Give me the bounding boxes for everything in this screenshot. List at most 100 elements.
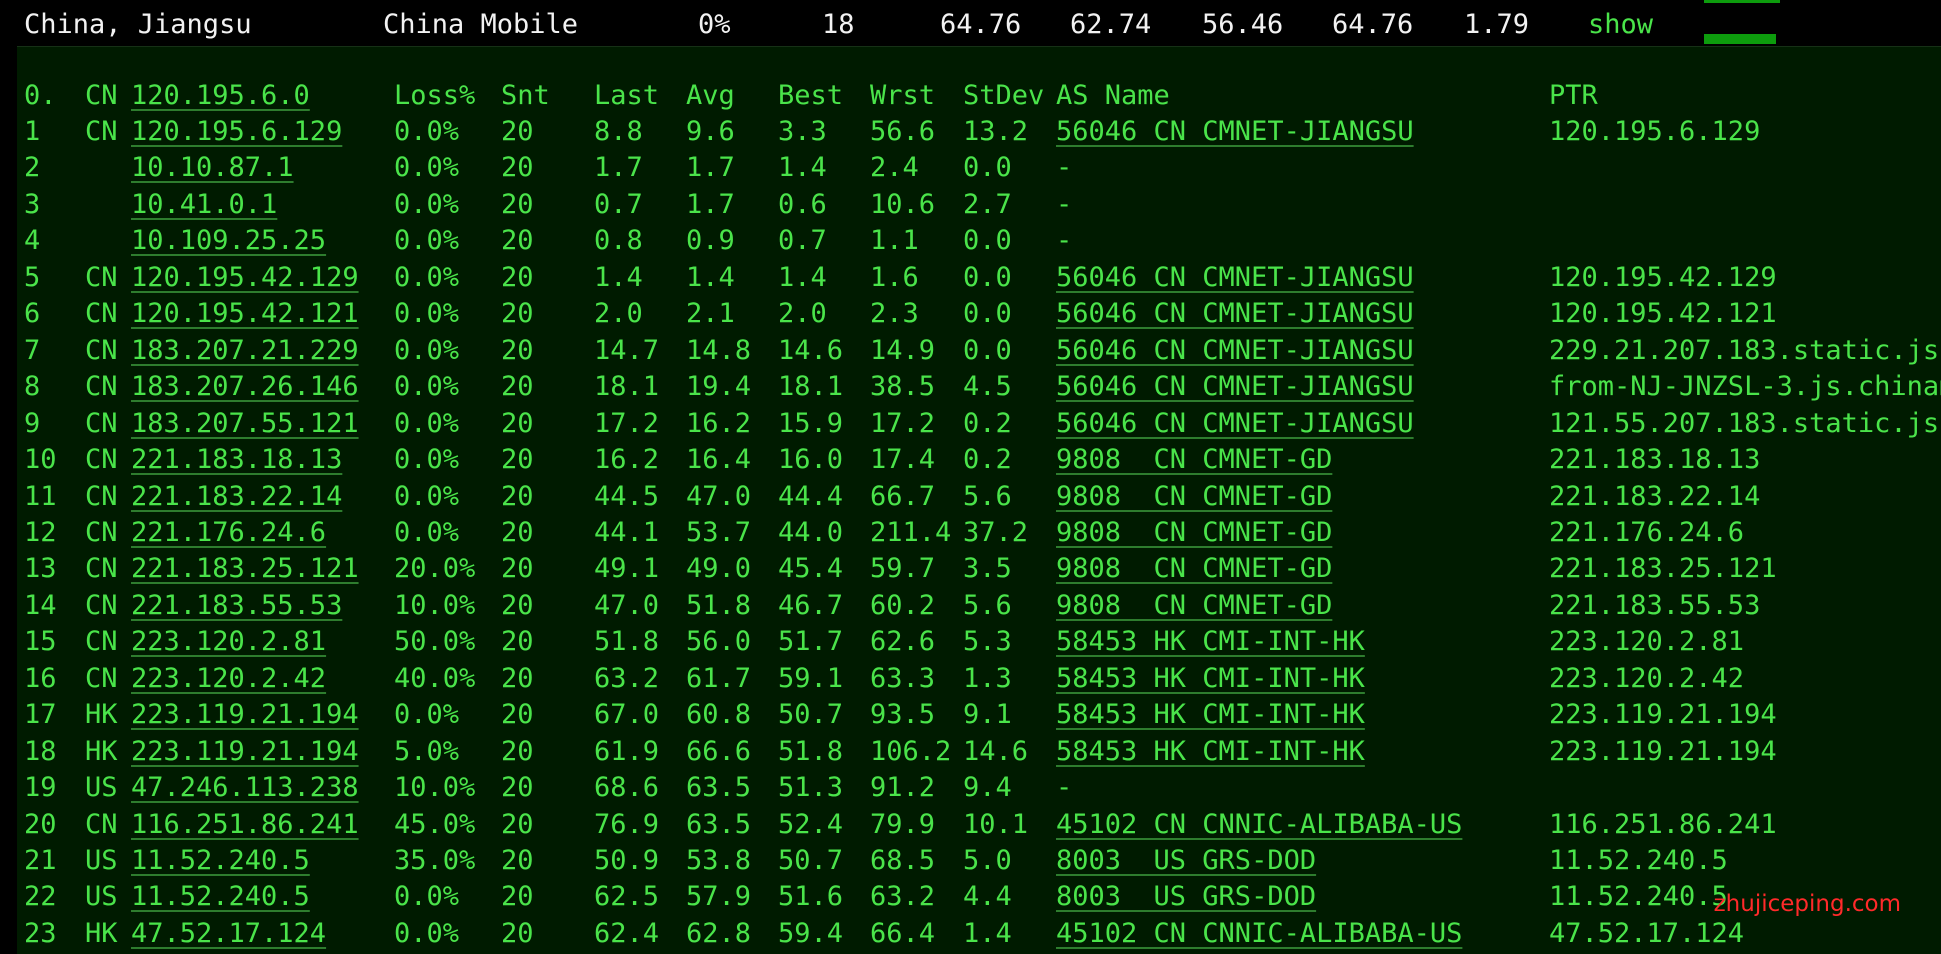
- hop-ip-link[interactable]: 183.207.55.121: [131, 406, 359, 442]
- country-code: CN: [85, 663, 118, 694]
- hop-ip-link[interactable]: 120.195.42.129: [131, 260, 359, 296]
- show-link[interactable]: show: [1588, 8, 1653, 42]
- hop-ip-link[interactable]: 11.52.240.5: [131, 843, 310, 879]
- avg-value: 56.0: [686, 626, 752, 657]
- loss-value: 0.0%: [394, 298, 460, 329]
- hop-number: 18: [24, 736, 57, 767]
- country-code: CN: [85, 809, 118, 840]
- stdev-value: 0.0: [963, 335, 1012, 366]
- loss-value: 0.0%: [394, 699, 460, 730]
- loss-value: 0.0%: [394, 371, 460, 402]
- header-ptr: PTR: [1549, 80, 1598, 111]
- wrst-value: 63.2: [870, 881, 936, 912]
- hop-ip-link[interactable]: 10.109.25.25: [131, 223, 326, 259]
- asname-link[interactable]: 56046 CN CMNET-JIANGSU: [1056, 260, 1414, 296]
- asname-link: -: [1056, 152, 1073, 183]
- table-row: 14 CN 221.183.55.53 10.0% 20 47.0 51.8 46.7 60.2…: [17, 588, 1941, 624]
- snt-value: 20: [501, 189, 534, 220]
- asname-link[interactable]: 58453 HK CMI-INT-HK: [1056, 734, 1365, 770]
- wrst-value: 14.9: [870, 335, 936, 366]
- hop-ip-link[interactable]: 223.120.2.81: [131, 624, 326, 660]
- asname-link[interactable]: 56046 CN CMNET-JIANGSU: [1056, 333, 1414, 369]
- last-value: 44.1: [594, 517, 660, 548]
- hop-ip-link[interactable]: 221.183.25.121: [131, 551, 359, 587]
- asname-link[interactable]: 58453 HK CMI-INT-HK: [1056, 697, 1365, 733]
- country-code: CN: [85, 626, 118, 657]
- loss-value: 0.0%: [394, 116, 460, 147]
- stdev-value: 13.2: [963, 116, 1029, 147]
- asname-link[interactable]: 9808 CN CMNET-GD: [1056, 588, 1332, 624]
- asname-link[interactable]: 45102 CN CNNIC-ALIBABA-US: [1056, 807, 1462, 843]
- stdev-value: 0.0: [963, 152, 1012, 183]
- loss-value: 0.0%: [394, 225, 460, 256]
- hop-ip-link[interactable]: 47.246.113.238: [131, 770, 359, 806]
- country-code: HK: [85, 918, 118, 949]
- table-header-row: 0. CN 120.195.6.0 Loss% Snt Last Avg Bes…: [17, 78, 1941, 114]
- country-code: CN: [85, 444, 118, 475]
- hop-ip-link[interactable]: 221.176.24.6: [131, 515, 326, 551]
- avg-value: 53.8: [686, 845, 752, 876]
- asname-link[interactable]: 56046 CN CMNET-JIANGSU: [1056, 369, 1414, 405]
- hop-ip-link[interactable]: 11.52.240.5: [131, 879, 310, 915]
- wrst-value: 66.4: [870, 918, 936, 949]
- snt-value: 20: [501, 553, 534, 584]
- avg-value: 47.0: [686, 481, 752, 512]
- table-row: 12 CN 221.176.24.6 0.0% 20 44.1 53.7 44.0 211.4 3…: [17, 515, 1941, 551]
- wrst-value: 60.2: [870, 590, 936, 621]
- hop-ip-link[interactable]: 116.251.86.241: [131, 807, 359, 843]
- table-row: 17 HK 223.119.21.194 0.0% 20 67.0 60.8 50.7 93.5…: [17, 697, 1941, 733]
- hop-ip-link[interactable]: 183.207.26.146: [131, 369, 359, 405]
- hop-ip-link[interactable]: 223.119.21.194: [131, 697, 359, 733]
- asname-link[interactable]: 9808 CN CMNET-GD: [1056, 442, 1332, 478]
- stdev-value: 0.0: [963, 298, 1012, 329]
- avg-value: 2.1: [686, 298, 735, 329]
- asname-link[interactable]: 56046 CN CMNET-JIANGSU: [1056, 296, 1414, 332]
- asname-link[interactable]: 58453 HK CMI-INT-HK: [1056, 624, 1365, 660]
- hop-number: 19: [24, 772, 57, 803]
- asname-link[interactable]: 45102 CN CNNIC-ALIBABA-US: [1056, 916, 1462, 952]
- hop-ip-link[interactable]: 223.120.2.42: [131, 661, 326, 697]
- last-value: 76.9: [594, 809, 660, 840]
- hop-ip-link[interactable]: 10.10.87.1: [131, 150, 294, 186]
- watermark: zhujiceping.com: [1713, 891, 1901, 917]
- hop-ip-link[interactable]: 10.41.0.1: [131, 187, 277, 223]
- hop-ip-link[interactable]: 120.195.6.129: [131, 114, 342, 150]
- wrst-value: 10.6: [870, 189, 936, 220]
- asname-link[interactable]: 9808 CN CMNET-GD: [1056, 479, 1332, 515]
- hop-ip-link[interactable]: 183.207.21.229: [131, 333, 359, 369]
- last-value: 18.1: [594, 371, 660, 402]
- avg-value: 63.5: [686, 772, 752, 803]
- snt-value: 20: [501, 845, 534, 876]
- hop-number: 2: [24, 152, 41, 183]
- stdev-value: 4.4: [963, 881, 1012, 912]
- ptr-value: 121.55.207.183.static.js.c: [1549, 408, 1941, 439]
- last-value: 1.4: [594, 262, 643, 293]
- asname-link[interactable]: 56046 CN CMNET-JIANGSU: [1056, 406, 1414, 442]
- snt-value: 20: [501, 225, 534, 256]
- table-row: 16 CN 223.120.2.42 40.0% 20 63.2 61.7 59.1 63.3 1…: [17, 661, 1941, 697]
- best-value: 1.4: [778, 152, 827, 183]
- ptr-value: 120.195.42.129: [1549, 262, 1777, 293]
- asname-link[interactable]: 8003 US GRS-DOD: [1056, 879, 1316, 915]
- header-target-link[interactable]: 120.195.6.0: [131, 78, 310, 114]
- asname-link[interactable]: 9808 CN CMNET-GD: [1056, 515, 1332, 551]
- loss-value: 0.0%: [394, 408, 460, 439]
- table-row: 8 CN 183.207.26.146 0.0% 20 18.1 19.4 18.1 38.5 4…: [17, 369, 1941, 405]
- hop-ip-link[interactable]: 223.119.21.194: [131, 734, 359, 770]
- avg-value: 1.7: [686, 189, 735, 220]
- hop-ip-link[interactable]: 221.183.22.14: [131, 479, 342, 515]
- last-value: 0.7: [594, 189, 643, 220]
- wrst-value: 1.6: [870, 262, 919, 293]
- avg-value: 1.4: [686, 262, 735, 293]
- asname-link[interactable]: 9808 CN CMNET-GD: [1056, 551, 1332, 587]
- stdev-value: 0.2: [963, 444, 1012, 475]
- hop-ip-link[interactable]: 120.195.42.121: [131, 296, 359, 332]
- asname-link[interactable]: 58453 HK CMI-INT-HK: [1056, 661, 1365, 697]
- asname-link[interactable]: 56046 CN CMNET-JIANGSU: [1056, 114, 1414, 150]
- hop-ip-link[interactable]: 47.52.17.124: [131, 916, 326, 952]
- last-value: 67.0: [594, 699, 660, 730]
- asname-link[interactable]: 8003 US GRS-DOD: [1056, 843, 1316, 879]
- country-code: CN: [85, 408, 118, 439]
- hop-ip-link[interactable]: 221.183.18.13: [131, 442, 342, 478]
- hop-ip-link[interactable]: 221.183.55.53: [131, 588, 342, 624]
